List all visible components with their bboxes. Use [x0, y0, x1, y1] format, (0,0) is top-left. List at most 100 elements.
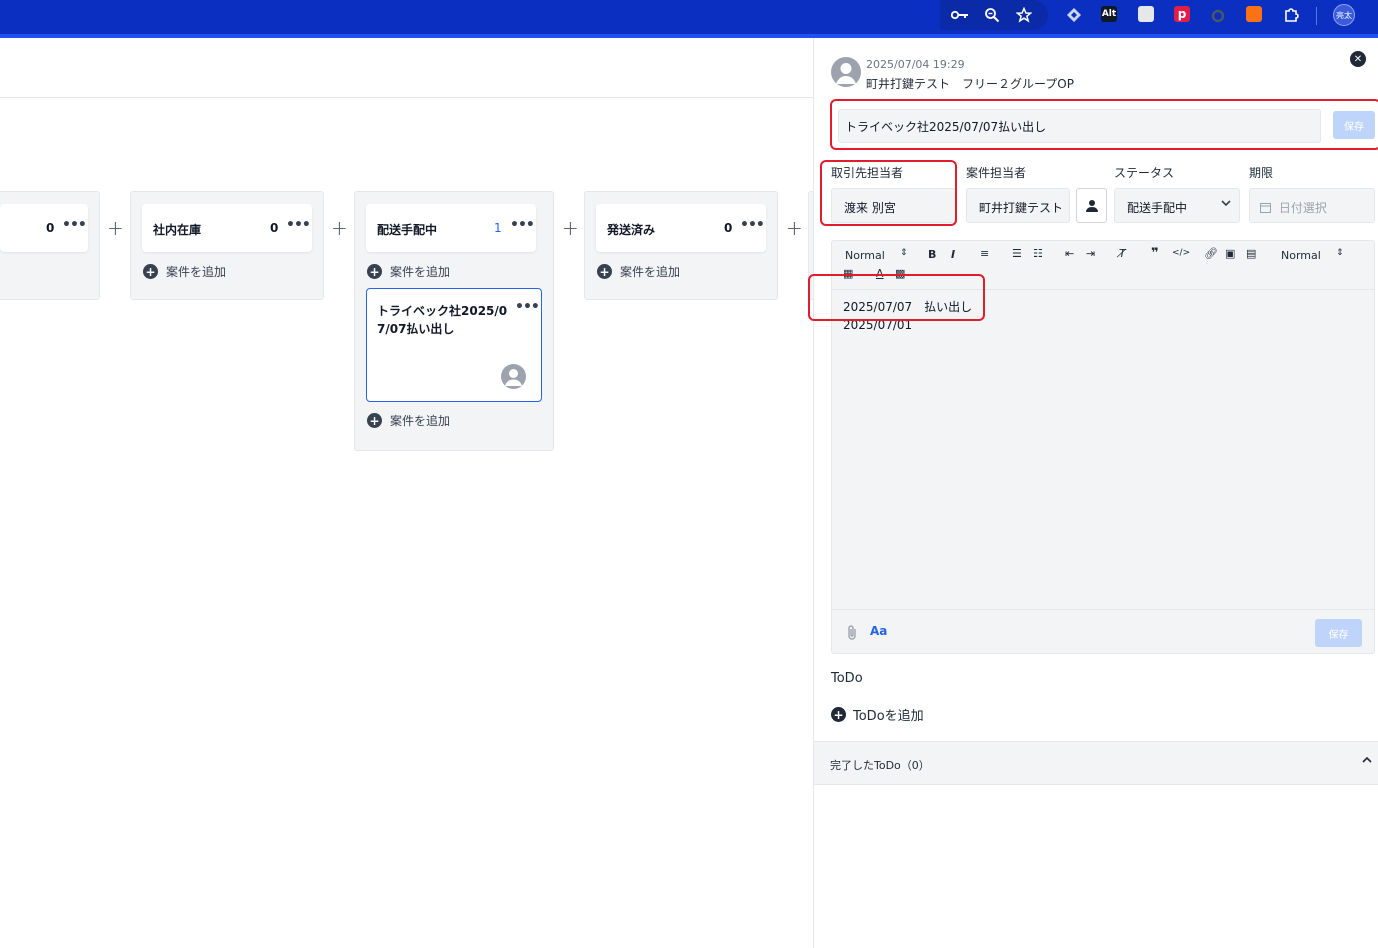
deal-card[interactable]: トライベック社2025/07/07払い出し ••• — [366, 288, 542, 402]
chevron-up-icon[interactable] — [1362, 754, 1372, 768]
status-select[interactable]: 配送手配中 — [1114, 188, 1240, 223]
text-format-toggle[interactable]: Aa — [870, 624, 887, 638]
ext-circle-icon[interactable] — [1207, 5, 1229, 25]
board-column: 配送手配中 1 ••• + 案件を追加 トライベック社2025/07/07払い出… — [354, 191, 554, 451]
add-deal-button[interactable]: + 案件を追加 — [143, 263, 226, 280]
deal-owner-select[interactable]: 町井打鍵テスト — [966, 188, 1070, 223]
browser-toolbar: Alt p 亮太 — [0, 0, 1378, 38]
size-select[interactable]: Normal — [1281, 249, 1321, 262]
save-title-button[interactable]: 保存 — [1333, 111, 1375, 139]
profile-avatar[interactable]: 亮太 — [1333, 4, 1355, 26]
todo-heading: ToDo — [831, 671, 863, 686]
plus-circle-icon: + — [367, 264, 382, 279]
deal-detail-panel: 2025/07/04 19:29 町井打鍵テスト フリー２グループOP ✕ トラ… — [808, 38, 1378, 948]
column-header: 0 ••• — [0, 204, 88, 252]
header-divider — [0, 97, 813, 98]
client-contact-field[interactable]: 渡来 別宮 — [831, 188, 956, 223]
add-column-plus-icon[interactable]: + — [786, 216, 803, 240]
column-count: 0 — [46, 221, 55, 235]
add-column-plus-icon[interactable]: + — [107, 216, 124, 240]
deal-title-input[interactable]: トライベック社2025/07/07払い出し — [838, 109, 1321, 143]
due-date-picker[interactable]: 日付選択 — [1249, 188, 1375, 223]
status-label: ステータス — [1114, 166, 1175, 180]
board-column: 発送済み 0 ••• + 案件を追加 — [584, 191, 778, 300]
bold-icon[interactable]: B — [928, 248, 936, 261]
completed-todo-section[interactable]: 完了したToDo（0） — [814, 741, 1378, 785]
user-avatar-icon — [501, 364, 526, 389]
created-date: 2025/07/04 19:29 — [866, 58, 965, 71]
column-header: 社内在庫 0 ••• — [142, 204, 312, 252]
column-count: 0 — [270, 221, 279, 235]
editor-footer: Aa 保存 — [832, 609, 1374, 654]
bullet-list-icon[interactable]: ☰ — [1012, 247, 1022, 260]
highlight-color-icon[interactable]: ▩ — [895, 267, 905, 280]
rich-text-editor[interactable]: Normal ⇕ B I ≡ ☰ ☷ ⇤ ⇥ T̸ ❞ </> 🔗︎ ▣ ▤ N… — [831, 240, 1375, 654]
key-icon[interactable] — [949, 5, 971, 25]
ordered-list-icon[interactable]: ☷ — [1033, 247, 1043, 260]
editor-toolbar: Normal ⇕ B I ≡ ☰ ☷ ⇤ ⇥ T̸ ❞ </> 🔗︎ ▣ ▤ N… — [832, 241, 1374, 290]
ext-alt-icon[interactable]: Alt — [1101, 6, 1117, 22]
card-title: トライベック社2025/07/07払い出し — [377, 304, 508, 336]
more-icon[interactable]: ••• — [740, 217, 765, 233]
calendar-icon — [1260, 203, 1271, 213]
star-icon[interactable] — [1013, 5, 1035, 25]
ext-clipboard-icon[interactable] — [1138, 6, 1154, 22]
chevron-down-icon — [1221, 197, 1231, 211]
font-select[interactable]: Normal — [845, 249, 885, 262]
link-icon[interactable]: 🔗︎ — [1204, 247, 1218, 260]
code-icon[interactable]: </> — [1172, 248, 1190, 258]
outdent-icon[interactable]: ⇤ — [1065, 247, 1074, 260]
indent-icon[interactable]: ⇥ — [1086, 247, 1095, 260]
plus-circle-icon: + — [367, 413, 382, 428]
board-column: 社内在庫 0 ••• + 案件を追加 — [130, 191, 324, 300]
deal-owner-label: 案件担当者 — [966, 166, 1027, 180]
add-column-plus-icon[interactable]: + — [562, 216, 579, 240]
column-title: 配送手配中 — [377, 223, 438, 237]
person-icon[interactable] — [1076, 188, 1107, 223]
paperclip-icon[interactable] — [846, 624, 858, 644]
add-deal-button[interactable]: + 案件を追加 — [367, 412, 450, 429]
add-column-plus-icon[interactable]: + — [331, 216, 348, 240]
add-todo-button[interactable]: + ToDoを追加 — [831, 705, 924, 724]
completed-todo-label: 完了したToDo（0） — [830, 759, 930, 772]
zoom-icon[interactable] — [981, 5, 1003, 25]
column-count: 0 — [724, 221, 733, 235]
font-select-arrows-icon[interactable]: ⇕ — [900, 248, 908, 258]
italic-icon[interactable]: I — [951, 248, 955, 261]
text-color-icon[interactable]: A — [876, 267, 884, 280]
clear-format-icon[interactable]: T̸ — [1119, 247, 1126, 260]
editor-line: 2025/07/01 — [843, 318, 913, 332]
due-date-label: 期限 — [1249, 166, 1274, 180]
column-count: 1 — [494, 221, 502, 235]
author-avatar-icon — [831, 57, 861, 87]
more-icon[interactable]: ••• — [510, 217, 535, 233]
more-icon[interactable]: ••• — [286, 217, 311, 233]
ext-diamond-icon[interactable] — [1063, 5, 1085, 25]
table-icon[interactable]: ▦ — [843, 267, 853, 280]
save-note-button[interactable]: 保存 — [1315, 619, 1362, 647]
more-icon[interactable]: ••• — [62, 217, 87, 233]
puzzle-icon[interactable] — [1280, 5, 1302, 25]
plus-circle-icon: + — [143, 264, 158, 279]
editor-line: 2025/07/07 払い出し — [843, 300, 973, 314]
board-column: 0 ••• — [0, 191, 100, 300]
close-icon[interactable]: ✕ — [1350, 51, 1366, 67]
ext-orange-icon[interactable] — [1246, 6, 1262, 22]
video-icon[interactable]: ▤ — [1246, 247, 1256, 260]
size-select-arrows-icon[interactable]: ⇕ — [1336, 248, 1344, 258]
add-deal-button[interactable]: + 案件を追加 — [367, 263, 450, 280]
blockquote-icon[interactable]: ❞ — [1151, 246, 1159, 261]
column-title: 発送済み — [607, 223, 656, 237]
column-title: 社内在庫 — [153, 223, 202, 237]
toolbar-divider — [1316, 7, 1317, 25]
more-icon[interactable]: ••• — [515, 299, 540, 315]
editor-content[interactable]: 2025/07/07 払い出し 2025/07/01 — [843, 298, 972, 334]
client-contact-label: 取引先担当者 — [831, 166, 904, 180]
plus-circle-icon: + — [831, 707, 846, 722]
align-icon[interactable]: ≡ — [980, 247, 989, 260]
plus-circle-icon: + — [597, 264, 612, 279]
add-deal-button[interactable]: + 案件を追加 — [597, 263, 680, 280]
image-icon[interactable]: ▣ — [1225, 247, 1235, 260]
ext-p-icon[interactable]: p — [1174, 6, 1190, 22]
author-name: 町井打鍵テスト フリー２グループOP — [866, 77, 1074, 91]
